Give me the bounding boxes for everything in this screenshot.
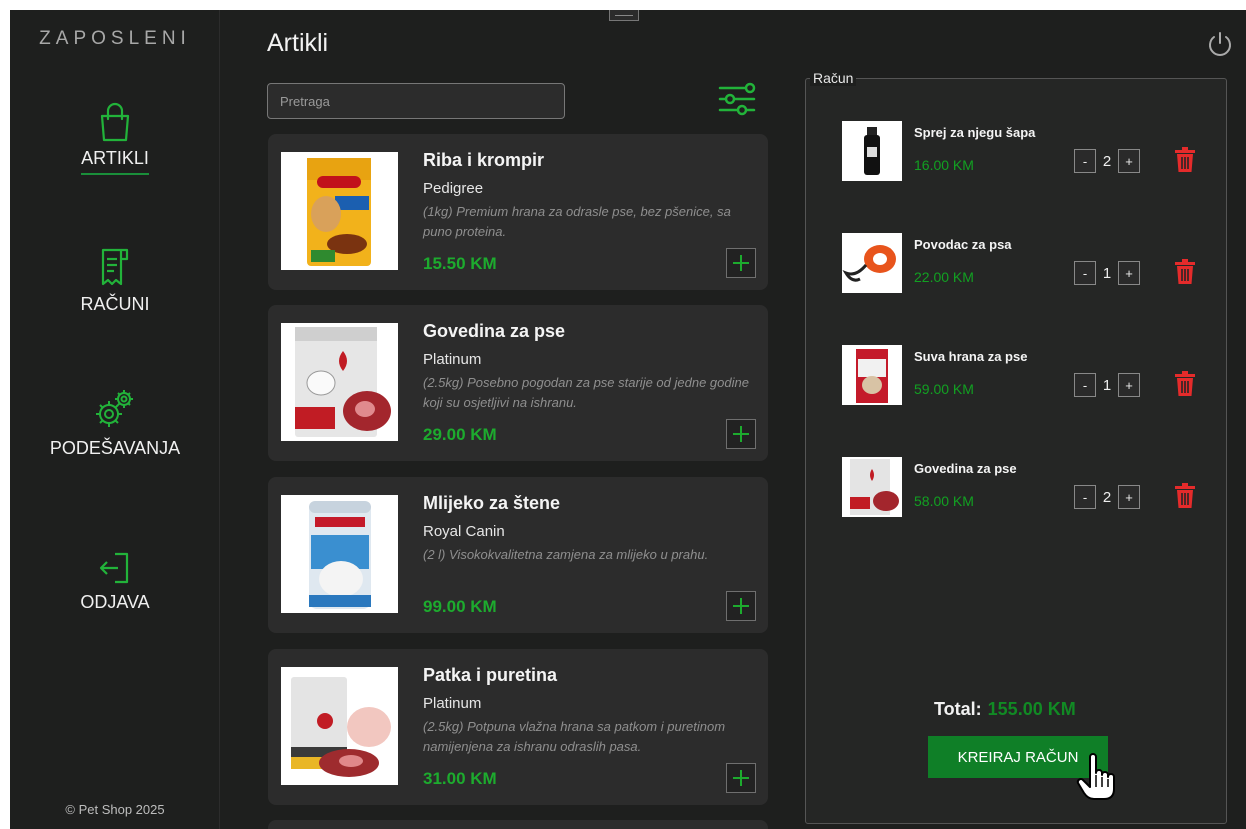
bill-item-name: Suva hrana za pse — [914, 349, 1028, 364]
decrease-quantity-button[interactable]: - — [1074, 149, 1096, 173]
quantity-value: 2 — [1102, 488, 1112, 506]
sidebar-item-label: RAČUNI — [80, 294, 150, 314]
bill-item-price: 16.00 KM — [914, 157, 974, 173]
quantity-stepper: - 1 + — [1074, 373, 1140, 397]
bill-item-price: 59.00 KM — [914, 381, 974, 397]
power-icon[interactable] — [1206, 30, 1234, 58]
bill-item-name: Sprej za njegu šapa — [914, 125, 1036, 140]
increase-quantity-button[interactable]: + — [1118, 485, 1140, 509]
product-description: (2.5kg) Potpuna vlažna hrana sa patkom i… — [423, 719, 726, 754]
quantity-stepper: - 1 + — [1074, 261, 1140, 285]
bill-item-price: 22.00 KM — [914, 269, 974, 285]
quantity-stepper: - 2 + — [1074, 149, 1140, 173]
product-image — [281, 323, 398, 441]
bill-item-price: 58.00 KM — [914, 493, 974, 509]
bill-item: Sprej za njegu šapa 16.00 KM - 2 + — [842, 115, 1202, 185]
quantity-stepper: - 2 + — [1074, 485, 1140, 509]
product-price: 15.50 KM — [423, 254, 497, 273]
bill-legend: Račun — [810, 70, 857, 86]
filter-settings-icon[interactable] — [717, 82, 757, 116]
add-to-cart-button[interactable] — [726, 763, 756, 793]
quantity-value: 1 — [1102, 376, 1112, 394]
product-card[interactable]: Riba i krompir Pedigree (1kg) Premium hr… — [268, 134, 768, 290]
product-image — [281, 152, 398, 270]
bill-item-image — [842, 457, 902, 517]
product-card[interactable]: Patka i puretina Platinum (2.5kg) Potpun… — [268, 649, 768, 805]
bill-item-image — [842, 345, 902, 405]
decrease-quantity-button[interactable]: - — [1074, 261, 1096, 285]
product-brand: Platinum — [423, 351, 482, 368]
quantity-value: 1 — [1102, 264, 1112, 282]
add-to-cart-button[interactable] — [726, 248, 756, 278]
product-brand: Pedigree — [423, 180, 484, 197]
product-description: (1kg) Premium hrana za odrasle pse, bez … — [423, 204, 731, 239]
bill-item-image — [842, 233, 902, 293]
product-card[interactable]: Govedina za pse Platinum (2.5kg) Posebno… — [268, 305, 768, 461]
add-to-cart-button[interactable] — [726, 591, 756, 621]
product-price: 29.00 KM — [423, 425, 497, 444]
sidebar-item-label: PODEŠAVANJA — [49, 438, 181, 458]
increase-quantity-button[interactable]: + — [1118, 149, 1140, 173]
decrease-quantity-button[interactable]: - — [1074, 373, 1096, 397]
bill-total: Total: 155.00 KM — [934, 699, 1076, 720]
trash-icon[interactable] — [1174, 483, 1196, 509]
app-window: ZAPOSLENI ARTIKLI RAČUNI PODEŠAVANJA ODJ… — [10, 10, 1246, 829]
product-card[interactable]: Mlijeko za štene Royal Canin (2 l) Visok… — [268, 477, 768, 633]
total-label: Total: — [934, 699, 982, 719]
sidebar-item-odjava[interactable]: ODJAVA — [10, 550, 220, 617]
product-name: Govedina za pse — [423, 321, 566, 341]
bill-item-name: Povodac za psa — [914, 237, 1012, 252]
sidebar-item-label: ARTIKLI — [81, 148, 149, 175]
search-input[interactable] — [267, 83, 565, 119]
product-brand: Royal Canin — [423, 523, 505, 540]
sidebar-item-podesavanja[interactable]: PODEŠAVANJA — [10, 386, 220, 463]
receipt-icon — [101, 248, 129, 286]
increase-quantity-button[interactable]: + — [1118, 261, 1140, 285]
copyright: © Pet Shop 2025 — [65, 802, 165, 817]
product-card[interactable] — [268, 820, 768, 829]
drag-handle[interactable] — [609, 10, 639, 21]
logout-icon — [99, 552, 129, 584]
trash-icon[interactable] — [1174, 147, 1196, 173]
gear-icon — [96, 390, 133, 427]
decrease-quantity-button[interactable]: - — [1074, 485, 1096, 509]
product-brand: Platinum — [423, 695, 482, 712]
sidebar: ZAPOSLENI ARTIKLI RAČUNI PODEŠAVANJA ODJ… — [10, 10, 220, 829]
main-area: Artikli Pretraga Riba i krompir Pedigree… — [221, 10, 1246, 829]
product-price: 99.00 KM — [423, 597, 497, 616]
product-price: 31.00 KM — [423, 769, 497, 788]
brand-title: ZAPOSLENI — [39, 28, 191, 49]
page-title: Artikli — [267, 29, 329, 57]
bill-item-name: Govedina za pse — [914, 461, 1017, 476]
product-name: Riba i krompir — [423, 150, 545, 170]
bill-item: Povodac za psa 22.00 KM - 1 + — [842, 227, 1202, 297]
create-bill-button[interactable]: KREIRAJ RAČUN — [928, 736, 1108, 778]
quantity-value: 2 — [1102, 152, 1112, 170]
bill-item: Govedina za pse 58.00 KM - 2 + — [842, 451, 1202, 521]
product-image — [281, 495, 398, 613]
increase-quantity-button[interactable]: + — [1118, 373, 1140, 397]
bill-item-image — [842, 121, 902, 181]
sidebar-item-artikli[interactable]: ARTIKLI — [10, 102, 220, 175]
shopping-bag-icon — [100, 102, 130, 142]
trash-icon[interactable] — [1174, 371, 1196, 397]
add-to-cart-button[interactable] — [726, 419, 756, 449]
sidebar-item-racuni[interactable]: RAČUNI — [10, 246, 220, 319]
sidebar-item-label: ODJAVA — [80, 592, 150, 612]
product-image — [281, 667, 398, 785]
product-name: Mlijeko za štene — [423, 493, 561, 513]
product-description: (2.5kg) Posebno pogodan za pse starije o… — [423, 375, 749, 410]
product-description: (2 l) Visokokvalitetna zamjena za mlijek… — [423, 547, 709, 562]
bill-panel: Sprej za njegu šapa 16.00 KM - 2 + Povod… — [805, 78, 1227, 824]
trash-icon[interactable] — [1174, 259, 1196, 285]
product-name: Patka i puretina — [423, 665, 558, 685]
total-value: 155.00 KM — [987, 699, 1076, 719]
bill-item: Suva hrana za pse 59.00 KM - 1 + — [842, 339, 1202, 409]
